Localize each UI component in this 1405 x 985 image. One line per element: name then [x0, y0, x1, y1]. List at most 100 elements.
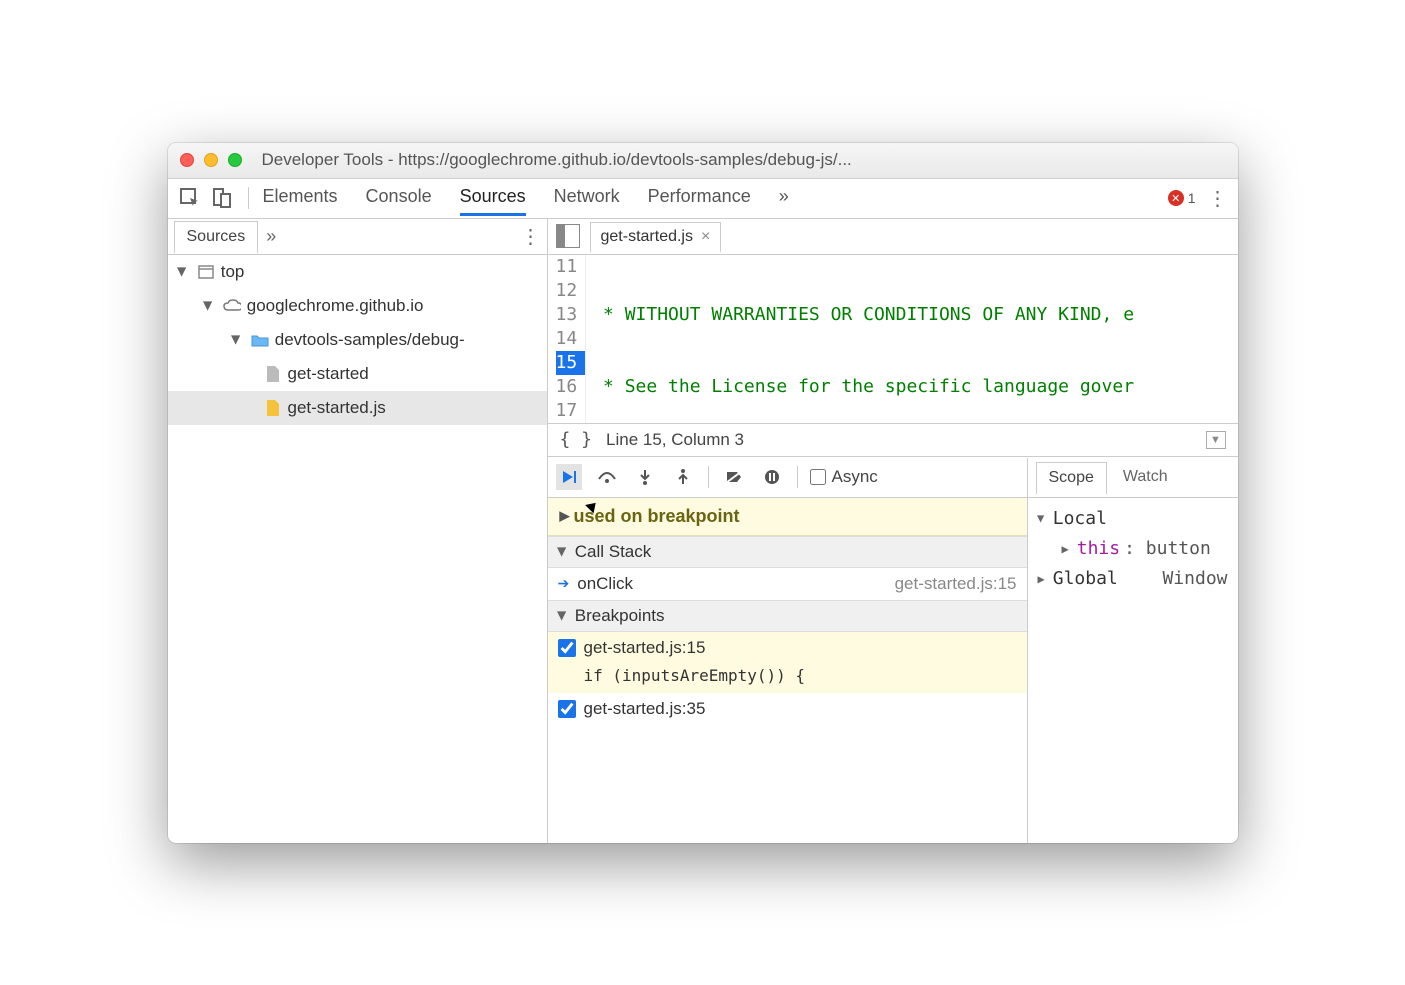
- scope-pane: Scope Watch ▶ Local ▶ this: button: [1028, 458, 1238, 843]
- navigator-tab-sources[interactable]: Sources: [174, 221, 259, 254]
- code-line: * WITHOUT WARRANTIES OR CONDITIONS OF AN…: [592, 304, 1134, 325]
- toolbar-separator: [708, 466, 709, 488]
- source-text[interactable]: * WITHOUT WARRANTIES OR CONDITIONS OF AN…: [586, 255, 1237, 423]
- cloud-icon: [223, 297, 241, 315]
- traffic-lights: [180, 153, 242, 167]
- editor-header: get-started.js ×: [548, 219, 1238, 255]
- current-frame-icon: ➔: [558, 575, 570, 592]
- tree-label: get-started: [288, 364, 369, 384]
- pretty-print-icon[interactable]: { }: [560, 429, 593, 450]
- paused-text: used on breakpoint: [574, 506, 740, 527]
- line-number-current[interactable]: 15: [556, 351, 586, 375]
- line-number[interactable]: 16: [556, 375, 578, 399]
- code-editor[interactable]: 11 12 13 14 15 16 17 * WITHOUT WARRANTIE…: [548, 255, 1238, 423]
- minimize-window-button[interactable]: [204, 153, 218, 167]
- close-window-button[interactable]: [180, 153, 194, 167]
- close-icon[interactable]: ×: [701, 228, 710, 246]
- pause-exceptions-button[interactable]: [759, 464, 785, 490]
- callstack-frame[interactable]: ➔ onClick get-started.js:15: [548, 568, 1027, 600]
- deactivate-breakpoints-button[interactable]: [721, 464, 747, 490]
- panel-tabs: Elements Console Sources Network Perform…: [263, 180, 789, 216]
- navigator-more-tabs[interactable]: »: [266, 226, 276, 247]
- folder-icon: [251, 331, 269, 349]
- expand-icon: ▶: [1038, 564, 1045, 594]
- resume-button[interactable]: [556, 464, 582, 490]
- breakpoint-row[interactable]: get-started.js:35: [548, 693, 1027, 725]
- main-toolbar: Elements Console Sources Network Perform…: [168, 179, 1238, 219]
- document-icon: [264, 365, 282, 383]
- line-number[interactable]: 14: [556, 327, 578, 351]
- inspect-element-icon[interactable]: [178, 186, 202, 210]
- line-number[interactable]: 12: [556, 279, 578, 303]
- breakpoint-snippet: if (inputsAreEmpty()) {: [548, 664, 1027, 693]
- line-number[interactable]: 11: [556, 255, 578, 279]
- navigator-header: Sources » ⋮: [168, 219, 547, 255]
- navigator-menu-icon[interactable]: ⋮: [521, 224, 541, 249]
- expand-icon: ▶: [555, 611, 569, 620]
- breakpoints-header[interactable]: ▶ Breakpoints: [548, 600, 1027, 632]
- async-label: Async: [832, 467, 878, 487]
- async-checkbox[interactable]: Async: [810, 467, 878, 487]
- scope-global[interactable]: ▶ Global Window: [1038, 564, 1228, 594]
- scope-tree: ▶ Local ▶ this: button ▶ Global Window: [1028, 498, 1238, 843]
- file-tree: ▶ top ▶ googlechrome.github.io ▶ devtool…: [168, 255, 547, 843]
- breakpoint-label: get-started.js:15: [584, 638, 706, 658]
- debugger-left: Async ▶ used on breakpoint ▶ Call Stack …: [548, 458, 1028, 843]
- scope-label: Local: [1053, 504, 1107, 534]
- tree-file-js[interactable]: get-started.js: [168, 391, 547, 425]
- tab-sources[interactable]: Sources: [460, 180, 526, 216]
- tab-more[interactable]: »: [779, 180, 789, 216]
- zoom-window-button[interactable]: [228, 153, 242, 167]
- tree-folder[interactable]: ▶ devtools-samples/debug-: [168, 323, 547, 357]
- breakpoint-checkbox[interactable]: [558, 700, 576, 718]
- tree-top-frame[interactable]: ▶ top: [168, 255, 547, 289]
- async-checkbox-input[interactable]: [810, 469, 826, 485]
- devtools-window: Developer Tools - https://googlechrome.g…: [168, 143, 1238, 843]
- scope-tabs: Scope Watch: [1028, 458, 1238, 498]
- tab-watch[interactable]: Watch: [1111, 462, 1180, 492]
- step-over-button[interactable]: [594, 464, 620, 490]
- error-badge[interactable]: ✕ 1: [1168, 190, 1196, 206]
- tree-file-html[interactable]: get-started: [168, 357, 547, 391]
- editor-file-tab[interactable]: get-started.js ×: [590, 222, 722, 253]
- script-icon: [264, 399, 282, 417]
- step-into-button[interactable]: [632, 464, 658, 490]
- expand-icon: ▶: [175, 267, 189, 276]
- line-number[interactable]: 13: [556, 303, 578, 327]
- breakpoint-row[interactable]: get-started.js:15: [548, 632, 1027, 664]
- tree-label: get-started.js: [288, 398, 386, 418]
- scope-label: Global: [1053, 564, 1118, 594]
- file-tab-label: get-started.js: [601, 228, 693, 246]
- debugger-split: Async ▶ used on breakpoint ▶ Call Stack …: [548, 457, 1238, 843]
- frame-location: get-started.js:15: [895, 574, 1017, 594]
- device-toolbar-icon[interactable]: [210, 186, 234, 210]
- tree-domain[interactable]: ▶ googlechrome.github.io: [168, 289, 547, 323]
- tab-performance[interactable]: Performance: [648, 180, 751, 216]
- paused-banner[interactable]: ▶ used on breakpoint: [548, 498, 1027, 536]
- scope-local[interactable]: ▶ Local: [1038, 504, 1228, 534]
- tab-network[interactable]: Network: [554, 180, 620, 216]
- statusbar-dropdown[interactable]: ▼: [1206, 431, 1226, 449]
- breakpoint-checkbox[interactable]: [558, 639, 576, 657]
- tree-label: top: [221, 262, 245, 282]
- tab-console[interactable]: Console: [366, 180, 432, 216]
- settings-menu-icon[interactable]: ⋮: [1208, 186, 1228, 211]
- line-number[interactable]: 17: [556, 399, 578, 423]
- tab-scope[interactable]: Scope: [1036, 462, 1107, 495]
- line-gutter[interactable]: 11 12 13 14 15 16 17: [548, 255, 587, 423]
- editor-pane: get-started.js × 11 12 13 14 15 16 17 * …: [548, 219, 1238, 843]
- editor-statusbar: { } Line 15, Column 3 ▼: [548, 423, 1238, 457]
- scope-this[interactable]: ▶ this: button: [1038, 534, 1228, 564]
- cursor-position: Line 15, Column 3: [606, 430, 744, 450]
- main-splitview: Sources » ⋮ ▶ top ▶ googlechrome.github.…: [168, 219, 1238, 843]
- error-count: 1: [1188, 190, 1196, 206]
- expand-icon: ▶: [229, 335, 243, 344]
- step-out-button[interactable]: [670, 464, 696, 490]
- callstack-header[interactable]: ▶ Call Stack: [548, 536, 1027, 568]
- expand-icon: ▶: [1026, 515, 1056, 522]
- scope-key: this: [1077, 534, 1120, 564]
- scope-value: Window: [1162, 564, 1227, 594]
- debugger-toolbar: Async: [548, 458, 1027, 498]
- toggle-navigator-icon[interactable]: [556, 224, 580, 248]
- tab-elements[interactable]: Elements: [263, 180, 338, 216]
